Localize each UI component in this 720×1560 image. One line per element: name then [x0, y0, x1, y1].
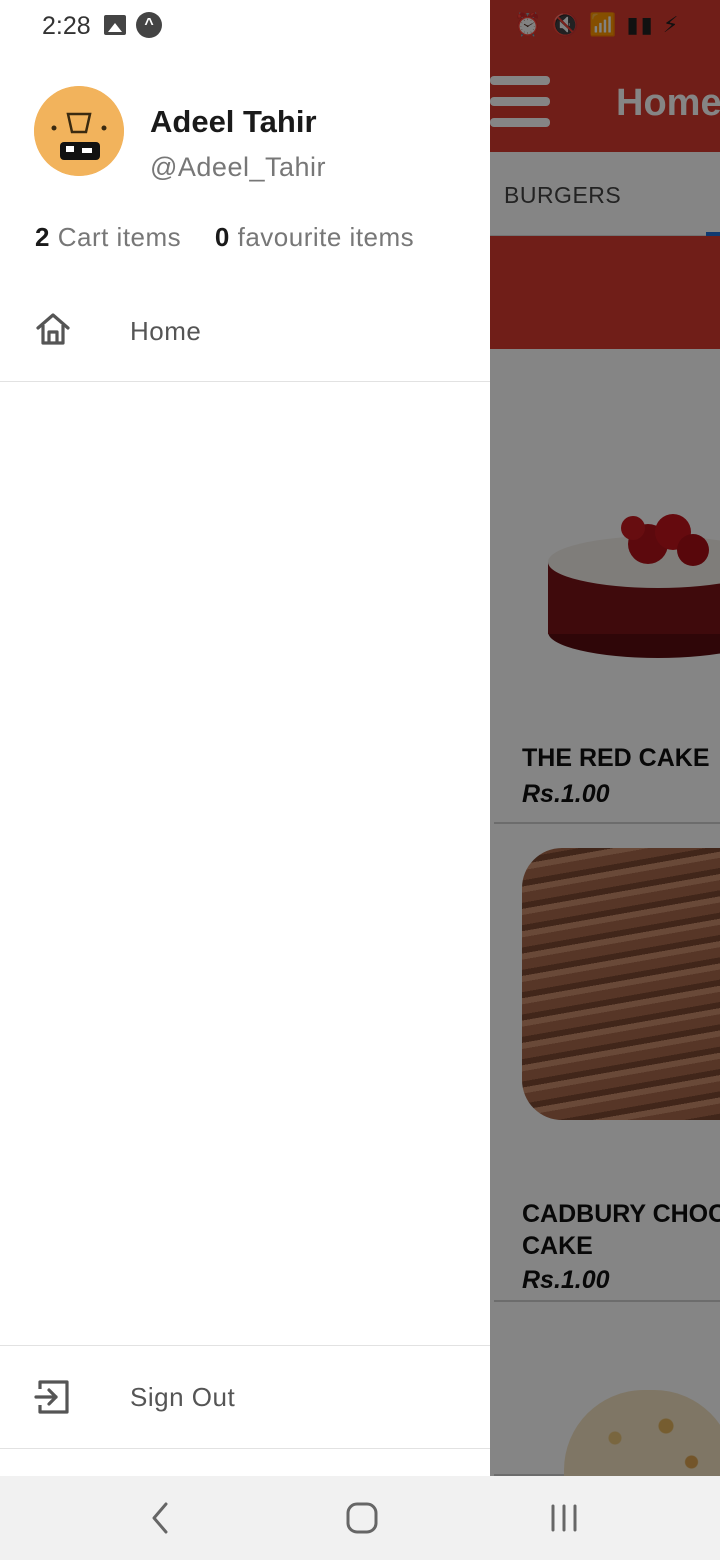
cart-label: Cart items [57, 222, 182, 252]
navigation-drawer: 2:28 ^ Adeel Tahir @Adeel_Tahir 2 Cart i… [0, 0, 490, 1476]
drawer-item-label: Sign Out [130, 1382, 236, 1412]
user-stats: 2 Cart items 0 favourite items [35, 222, 440, 253]
back-icon[interactable] [138, 1496, 182, 1540]
status-icons-left: ^ [104, 12, 162, 38]
recent-apps-icon[interactable] [542, 1496, 586, 1540]
drawer-item-label: Home [130, 316, 202, 346]
favourite-label: favourite items [237, 222, 415, 252]
system-navigation-bar [0, 1476, 720, 1560]
home-icon [36, 313, 70, 345]
user-handle: @Adeel_Tahir [150, 152, 327, 182]
drawer-item-home[interactable]: Home [0, 280, 490, 382]
app-notification-icon: ^ [136, 12, 162, 38]
home-button-icon[interactable] [340, 1496, 384, 1540]
cart-count: 2 [35, 222, 50, 252]
avatar[interactable] [34, 86, 124, 176]
favourite-count: 0 [214, 222, 230, 252]
drawer-item-sign-out[interactable]: Sign Out [0, 1345, 490, 1449]
favourite-items-stat[interactable]: 0 favourite items [215, 222, 414, 252]
user-name: Adeel Tahir [150, 104, 317, 139]
image-icon [104, 15, 126, 35]
cart-items-stat[interactable]: 2 Cart items [35, 222, 181, 252]
sign-out-icon [34, 1380, 69, 1414]
avatar-face-icon [34, 86, 124, 176]
status-time: 2:28 [42, 12, 91, 40]
